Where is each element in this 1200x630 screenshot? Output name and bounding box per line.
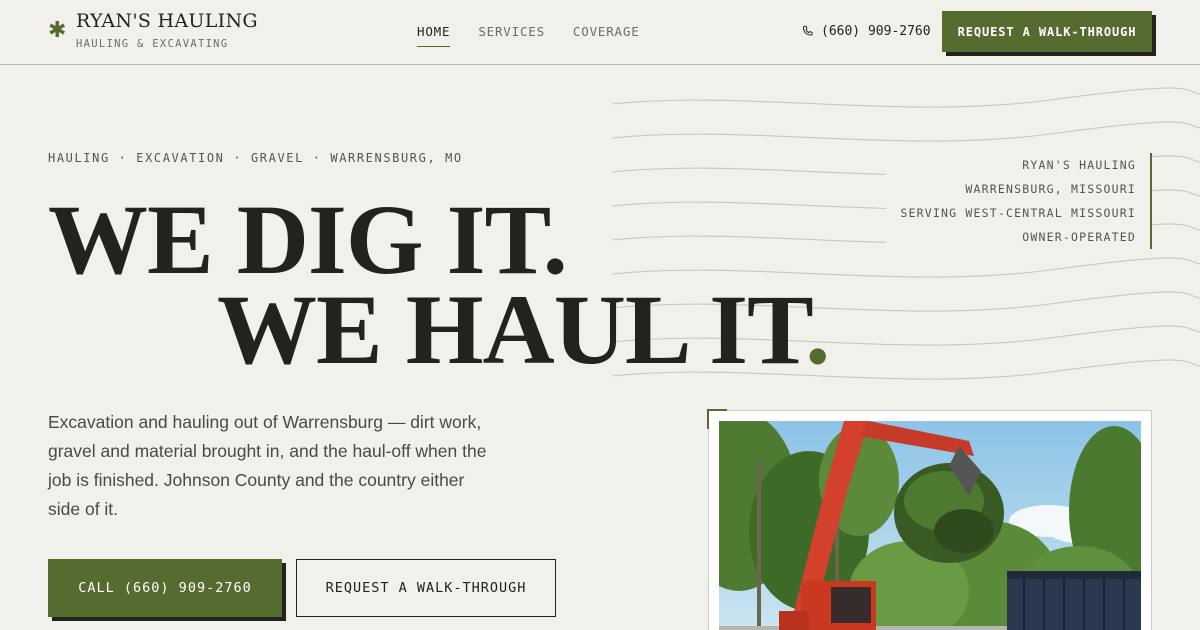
brand-tagline: HAULING & EXCAVATING — [76, 38, 229, 50]
info-line-location: WARRENSBURG, MISSOURI — [965, 182, 1136, 196]
headline-accent-dot: . — [805, 274, 830, 385]
asterisk-icon: ✱ — [48, 18, 67, 43]
headline-line-2-text: WE HAUL IT — [217, 274, 806, 385]
business-info-block: RYAN'S HAULING WARRENSBURG, MISSOURI SER… — [886, 153, 1152, 249]
nav-item-services[interactable]: SERVICES — [478, 24, 545, 47]
hero-kicker: HAULING · EXCAVATION · GRAVEL · WARRENSB… — [48, 151, 463, 165]
header-phone-link[interactable]: (660) 909-2760 — [801, 24, 931, 39]
main-nav: HOME SERVICES COVERAGE — [417, 24, 640, 47]
excavator-photo — [719, 421, 1141, 630]
info-line-ownership: OWNER-OPERATED — [1022, 230, 1136, 244]
nav-item-home[interactable]: HOME — [417, 24, 451, 47]
site-header: ✱ RYAN'S HAULING HAULING & EXCAVATING HO… — [0, 0, 1200, 65]
headline-line-2: WE HAUL IT. — [217, 280, 830, 380]
phone-icon — [802, 25, 813, 36]
header-phone-number: (660) 909-2760 — [821, 24, 931, 39]
brand-name: RYAN'S HAULING — [76, 10, 258, 32]
call-button[interactable]: CALL (660) 909-2760 — [48, 559, 282, 617]
excavator-illustration — [719, 421, 1141, 630]
nav-item-coverage[interactable]: COVERAGE — [573, 24, 640, 47]
info-line-business: RYAN'S HAULING — [1022, 158, 1136, 172]
request-walkthrough-button[interactable]: REQUEST A WALK-THROUGH — [296, 559, 556, 617]
request-walkthrough-header-button[interactable]: REQUEST A WALK-THROUGH — [942, 11, 1152, 52]
hero-description: Excavation and hauling out of Warrensbur… — [48, 412, 487, 519]
info-line-service-area: SERVING WEST-CENTRAL MISSOURI — [900, 206, 1136, 220]
